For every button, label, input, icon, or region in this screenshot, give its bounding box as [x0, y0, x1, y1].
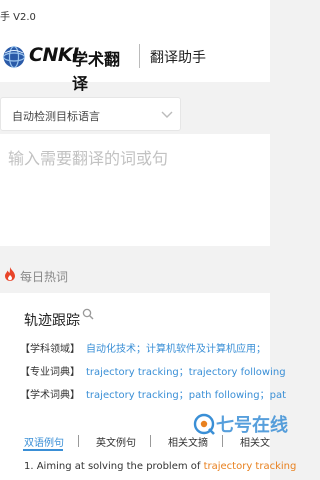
example-highlight: trajectory tracking [203, 461, 297, 472]
chevron-down-icon [161, 111, 173, 118]
tab-bilingual-examples[interactable]: 双语例句 [24, 434, 64, 449]
app-header: CNKI 学术翻译 翻译助手 [0, 30, 270, 93]
row-value[interactable]: 自动化技术；计算机软件及计算机应用； [86, 344, 266, 355]
header-divider [139, 44, 140, 68]
tab-divider [78, 435, 79, 447]
watermark-logo-icon [193, 413, 215, 435]
translate-input[interactable]: 输入需要翻译的词或句 [0, 134, 270, 246]
active-tab-indicator [23, 449, 63, 451]
academic-dict-row: 【学术词典】 trajectory tracking；path following… [20, 386, 286, 402]
status-bar: 手 V2.0 [0, 0, 270, 30]
logo-cn-text: 学术翻译 [72, 50, 121, 93]
translate-input-placeholder: 输入需要翻译的词或句 [8, 149, 169, 168]
cnki-logo: CNKI 学术翻译 [2, 43, 135, 93]
globe-icon [2, 45, 26, 69]
header-subtitle: 翻译助手 [150, 50, 206, 66]
tab-english-examples[interactable]: 英文例句 [96, 434, 136, 449]
search-icon[interactable] [82, 308, 94, 320]
language-select-value: 自动检测目标语言 [12, 110, 100, 123]
tab-divider [150, 435, 151, 447]
fire-icon [5, 267, 15, 281]
row-value[interactable]: trajectory tracking；path following；pat [86, 390, 286, 401]
hot-word-term: 轨迹跟踪 [24, 313, 80, 329]
professional-dict-row: 【专业词典】 trajectory tracking；trajectory fol… [20, 363, 286, 379]
watermark-text: 七号在线 [216, 415, 288, 436]
row-key: 【学科领域】 [20, 344, 80, 355]
hot-word-card: 轨迹跟踪 【学科领域】 自动化技术；计算机软件及计算机应用； 【专业词典】 traj… [0, 293, 296, 480]
hot-words-header: 每日热词 [0, 262, 270, 288]
language-bar: 自动检测目标语言 [0, 97, 270, 131]
window-title: 手 V2.0 [0, 12, 36, 23]
hot-words-title: 每日热词 [20, 270, 69, 284]
row-value[interactable]: trajectory tracking；trajectory following [86, 367, 286, 378]
site-watermark: 七号在线 [193, 410, 288, 450]
row-key: 【学术词典】 [20, 390, 80, 401]
language-select[interactable]: 自动检测目标语言 [0, 97, 181, 131]
example-sentence: 1. Aiming at solving the problem of traj… [24, 461, 296, 472]
subject-field-row: 【学科领域】 自动化技术；计算机软件及计算机应用； [20, 340, 266, 356]
row-key: 【专业词典】 [20, 367, 80, 378]
example-text: 1. Aiming at solving the problem of [24, 461, 204, 472]
